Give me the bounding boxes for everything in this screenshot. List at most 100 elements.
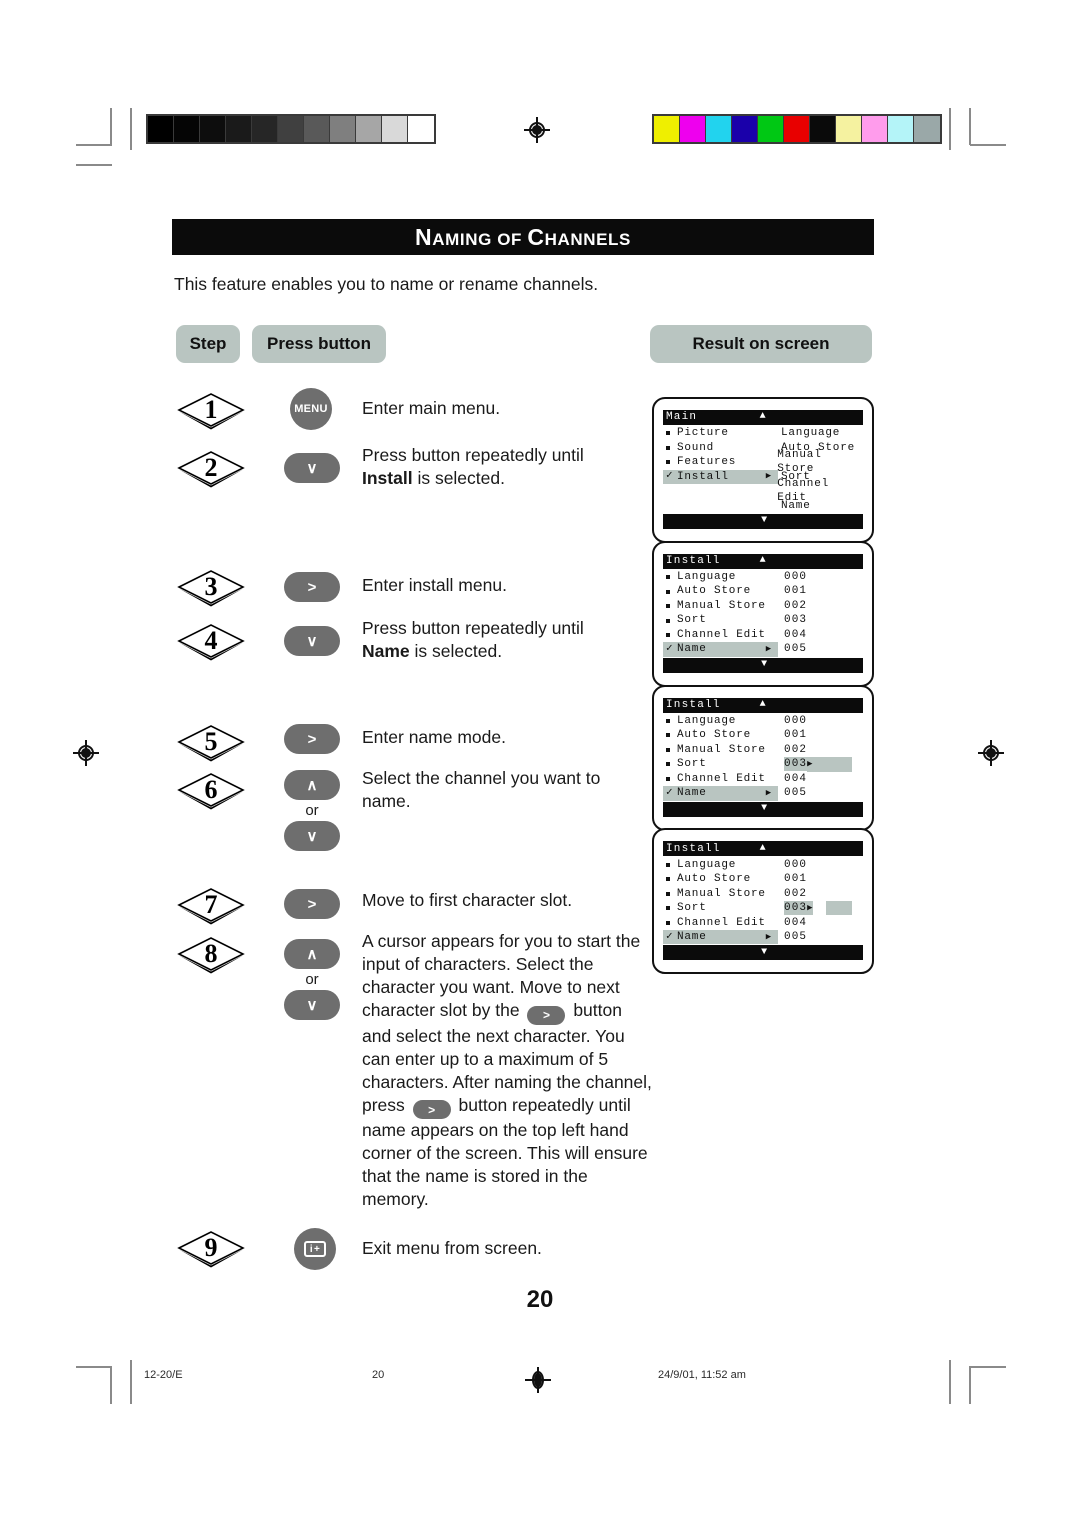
scroll-down-arrow-icon[interactable]: ▼ — [761, 802, 768, 816]
scroll-down-arrow-icon[interactable]: ▼ — [761, 514, 768, 528]
osd-menu-row[interactable]: Features Manual Store — [663, 449, 863, 475]
osd-menu-row[interactable]: Auto Store 001 — [663, 584, 863, 599]
osd-value-cell[interactable]: 002 — [778, 743, 807, 758]
osd-channel-value[interactable]: 002 — [781, 599, 807, 614]
osd-value-cell[interactable]: 004 — [778, 915, 807, 930]
osd-menu-row[interactable]: Manual Store 002 — [663, 743, 863, 758]
osd-value-cell[interactable]: Language — [778, 426, 840, 441]
name-slot-field[interactable] — [826, 900, 853, 916]
osd-channel-value[interactable]: 001 — [781, 584, 807, 599]
osd-value-cell[interactable]: 000 — [778, 570, 807, 585]
osd-value-cell[interactable]: 002 — [778, 599, 807, 614]
osd-menu-row[interactable]: Language 000 — [663, 570, 863, 585]
osd-menu-item[interactable]: ✓ Install ▶ — [663, 469, 778, 484]
osd-menu-item[interactable]: ✓ Name ▶ — [663, 642, 778, 657]
osd-channel-value[interactable]: 005 — [781, 786, 807, 801]
osd-channel-value[interactable]: 003 ▶ — [781, 900, 853, 916]
info-plus-button[interactable]: i + — [294, 1228, 336, 1270]
osd-value-cell[interactable]: 000 — [778, 857, 807, 872]
osd-menu-item[interactable]: Sound — [663, 441, 778, 456]
osd-value-cell[interactable]: 005 — [778, 786, 807, 801]
osd-menu-item[interactable]: Sort — [663, 613, 778, 628]
osd-menu-item[interactable]: Language — [663, 857, 778, 872]
scroll-down-arrow-icon[interactable]: ▼ — [761, 658, 768, 672]
osd-menu-row[interactable]: Sort 003 ▶ — [663, 900, 863, 916]
osd-menu-row[interactable]: Sort 003 — [663, 613, 863, 628]
osd-channel-value[interactable]: 004 — [781, 628, 807, 643]
scroll-up-arrow-icon[interactable]: ▲ — [760, 410, 767, 424]
name-character-cursor[interactable] — [813, 900, 827, 916]
osd-menu-row[interactable]: Channel Edit 004 — [663, 772, 863, 787]
osd-value-cell[interactable]: 001 — [778, 872, 807, 887]
osd-menu-item[interactable]: ✓ Name ▶ — [663, 786, 778, 801]
osd-value-cell[interactable]: 000 — [778, 714, 807, 729]
chevron-down-button-step6[interactable]: ∨ — [284, 821, 340, 851]
osd-value-cell[interactable]: 004 — [778, 628, 807, 643]
osd-value-cell[interactable]: 003 ▶ — [778, 757, 853, 772]
osd-channel-value[interactable]: 002 — [781, 743, 807, 758]
osd-menu-row[interactable]: ✓ Name ▶ 005 — [663, 642, 863, 657]
chevron-right-button-step3[interactable]: > — [284, 572, 340, 602]
osd-menu-row[interactable]: Auto Store 001 — [663, 728, 863, 743]
osd-value-cell[interactable]: 003 — [778, 613, 807, 628]
osd-channel-value[interactable]: 001 — [781, 728, 807, 743]
osd-value-cell[interactable]: Channel Edit — [774, 478, 863, 504]
osd-channel-value[interactable]: 001 — [781, 872, 807, 887]
osd-channel-value[interactable]: 000 — [781, 714, 807, 729]
osd-menu-row[interactable]: Language 000 — [663, 857, 863, 872]
osd-value-cell[interactable]: 002 — [778, 886, 807, 901]
chevron-up-button-step6[interactable]: ∧ — [284, 770, 340, 800]
osd-channel-value[interactable]: 000 — [781, 857, 807, 872]
osd-channel-value[interactable]: 003 ▶ — [781, 757, 853, 772]
osd-menu-item[interactable]: Auto Store — [663, 728, 778, 743]
menu-button[interactable]: MENU — [290, 388, 332, 430]
chevron-right-button-inline-1[interactable]: > — [527, 1005, 566, 1025]
osd-menu-item[interactable]: Picture — [663, 426, 778, 441]
osd-value-cell[interactable]: 003 ▶ — [778, 900, 853, 916]
osd-channel-value[interactable]: 005 — [781, 642, 807, 657]
chevron-right-button-inline-2[interactable]: > — [412, 1100, 451, 1119]
chevron-right-button-step7[interactable]: > — [284, 889, 340, 919]
osd-menu-item[interactable]: Sort — [663, 757, 778, 772]
osd-menu-row[interactable]: ✓ Name ▶ 005 — [663, 929, 863, 945]
osd-channel-value[interactable]: 004 — [781, 772, 807, 787]
osd-menu-item[interactable]: Manual Store — [663, 886, 778, 901]
osd-channel-value[interactable]: 004 — [781, 915, 807, 930]
osd-menu-item[interactable]: Auto Store — [663, 872, 778, 887]
osd-menu-item[interactable]: Sort — [663, 901, 778, 916]
chevron-down-button-step8[interactable]: ∨ — [284, 990, 340, 1020]
chevron-down-button-step2[interactable]: ∨ — [284, 453, 340, 483]
scroll-up-arrow-icon[interactable]: ▲ — [760, 842, 767, 856]
osd-menu-row[interactable]: Language 000 — [663, 714, 863, 729]
osd-menu-row[interactable]: Sort 003 ▶ — [663, 757, 863, 772]
osd-channel-value[interactable]: 002 — [781, 886, 807, 901]
osd-menu-item[interactable]: Language — [663, 714, 778, 729]
osd-value-cell[interactable]: Manual Store — [774, 449, 863, 475]
osd-menu-item[interactable]: Auto Store — [663, 584, 778, 599]
osd-menu-item[interactable]: Features — [663, 455, 774, 470]
scroll-up-arrow-icon[interactable]: ▲ — [760, 698, 767, 712]
osd-channel-value[interactable]: 000 — [781, 570, 807, 585]
chevron-up-button-step8[interactable]: ∧ — [284, 939, 340, 969]
osd-menu-row[interactable]: Picture Language — [663, 426, 863, 441]
chevron-right-button-step5[interactable]: > — [284, 724, 340, 754]
osd-menu-row[interactable]: Manual Store 002 — [663, 886, 863, 901]
osd-menu-item[interactable] — [663, 484, 774, 499]
osd-menu-item[interactable]: Channel Edit — [663, 915, 778, 930]
osd-menu-item[interactable]: Manual Store — [663, 743, 778, 758]
osd-menu-row[interactable]: Channel Edit — [663, 478, 863, 504]
osd-menu-item[interactable]: Manual Store — [663, 599, 778, 614]
osd-value-cell[interactable]: 005 — [778, 930, 807, 945]
osd-channel-value[interactable]: 003 — [781, 613, 807, 628]
osd-value-cell[interactable]: 004 — [778, 772, 807, 787]
osd-value-cell[interactable]: 001 — [778, 728, 807, 743]
name-slot-field[interactable] — [813, 757, 853, 772]
osd-menu-row[interactable]: Channel Edit 004 — [663, 915, 863, 930]
osd-channel-value[interactable]: 005 — [781, 930, 807, 945]
osd-menu-row[interactable]: Auto Store 001 — [663, 872, 863, 887]
osd-menu-row[interactable]: Channel Edit 004 — [663, 628, 863, 643]
osd-menu-row[interactable]: Name — [663, 499, 863, 514]
osd-menu-item[interactable]: Channel Edit — [663, 628, 778, 643]
osd-menu-item[interactable]: Language — [663, 570, 778, 585]
osd-value-cell[interactable]: 001 — [778, 584, 807, 599]
